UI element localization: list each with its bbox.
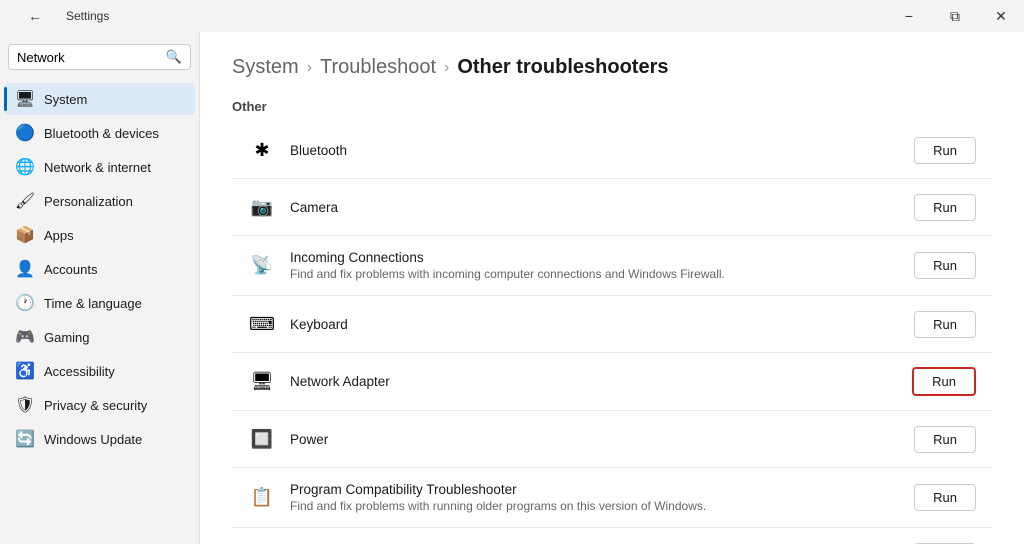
breadcrumb: System › Troubleshoot › Other troublesho… (232, 56, 992, 79)
network-adapter-item-icon: 🖥 (248, 368, 276, 396)
item-left: ⌨ Keyboard (248, 310, 348, 338)
item-name: Program Compatibility Troubleshooter (290, 482, 706, 497)
search-box[interactable]: 🔍 (8, 44, 191, 70)
network-icon: 🌐 (16, 158, 34, 176)
breadcrumb-current: Other troubleshooters (457, 56, 668, 79)
item-left: 📡 Incoming Connections Find and fix prob… (248, 250, 725, 281)
item-left: 🖥 Network Adapter (248, 368, 390, 396)
restore-button[interactable]: ⧉ (932, 0, 978, 32)
accounts-icon: 👤 (16, 260, 34, 278)
sidebar-item-label: Privacy & security (44, 398, 147, 413)
sidebar-item-label: Accessibility (44, 364, 115, 379)
sidebar-item-privacy[interactable]: 🛡 Privacy & security (4, 389, 195, 421)
close-button[interactable]: ✕ (978, 0, 1024, 32)
sidebar-item-bluetooth[interactable]: 🔵 Bluetooth & devices (4, 117, 195, 149)
sidebar-item-label: Personalization (44, 194, 133, 209)
item-name: Power (290, 432, 328, 447)
troubleshooter-item-recording: 🎤 Recording Audio Run (232, 528, 992, 544)
run-button-camera[interactable]: Run (914, 194, 976, 221)
accessibility-icon: ♿ (16, 362, 34, 380)
item-name: Bluetooth (290, 143, 347, 158)
back-button[interactable]: ← (12, 0, 58, 32)
sidebar-item-label: Gaming (44, 330, 90, 345)
item-name: Network Adapter (290, 374, 390, 389)
item-name: Keyboard (290, 317, 348, 332)
item-left: 📷 Camera (248, 193, 338, 221)
power-item-icon: 🔲 (248, 425, 276, 453)
troubleshooter-item-keyboard: ⌨ Keyboard Run (232, 296, 992, 353)
item-name: Incoming Connections (290, 250, 725, 265)
search-icon: 🔍 (166, 49, 182, 65)
section-label: Other (232, 99, 992, 114)
titlebar-left: ← Settings (12, 0, 109, 32)
breadcrumb-troubleshoot[interactable]: Troubleshoot (320, 56, 436, 79)
sidebar-item-label: Time & language (44, 296, 142, 311)
run-button-network-adapter[interactable]: Run (912, 367, 976, 396)
run-button-power[interactable]: Run (914, 426, 976, 453)
sidebar-item-personalization[interactable]: 🖌 Personalization (4, 185, 195, 217)
item-left: ✱ Bluetooth (248, 136, 347, 164)
run-button-bluetooth[interactable]: Run (914, 137, 976, 164)
item-desc: Find and fix problems with incoming comp… (290, 267, 725, 281)
content-area: System › Troubleshoot › Other troublesho… (200, 32, 1024, 544)
troubleshooter-item-network-adapter: 🖥 Network Adapter Run (232, 353, 992, 411)
troubleshooter-item-camera: 📷 Camera Run (232, 179, 992, 236)
camera-item-icon: 📷 (248, 193, 276, 221)
item-desc: Find and fix problems with running older… (290, 499, 706, 513)
incoming-item-icon: 📡 (248, 252, 276, 280)
breadcrumb-sep-2: › (444, 59, 449, 77)
troubleshooter-item-bluetooth: ✱ Bluetooth Run (232, 122, 992, 179)
troubleshooter-item-power: 🔲 Power Run (232, 411, 992, 468)
titlebar: ← Settings − ⧉ ✕ (0, 0, 1024, 32)
gaming-icon: 🎮 (16, 328, 34, 346)
time-icon: 🕐 (16, 294, 34, 312)
breadcrumb-system[interactable]: System (232, 56, 299, 79)
sidebar-item-label: Accounts (44, 262, 97, 277)
sidebar-item-time[interactable]: 🕐 Time & language (4, 287, 195, 319)
titlebar-title: Settings (66, 9, 109, 23)
run-button-incoming[interactable]: Run (914, 252, 976, 279)
titlebar-controls: − ⧉ ✕ (886, 0, 1024, 32)
breadcrumb-sep-1: › (307, 59, 312, 77)
keyboard-item-icon: ⌨ (248, 310, 276, 338)
sidebar-item-label: System (44, 92, 87, 107)
sidebar-item-label: Windows Update (44, 432, 142, 447)
item-name: Camera (290, 200, 338, 215)
sidebar-item-label: Bluetooth & devices (44, 126, 159, 141)
sidebar-item-accessibility[interactable]: ♿ Accessibility (4, 355, 195, 387)
update-icon: 🔄 (16, 430, 34, 448)
program-compat-item-icon: 📋 (248, 484, 276, 512)
personalization-icon: 🖌 (16, 192, 34, 210)
troubleshooter-item-program-compat: 📋 Program Compatibility Troubleshooter F… (232, 468, 992, 528)
sidebar-item-system[interactable]: 🖥 System (4, 83, 195, 115)
run-button-keyboard[interactable]: Run (914, 311, 976, 338)
sidebar-item-update[interactable]: 🔄 Windows Update (4, 423, 195, 455)
minimize-button[interactable]: − (886, 0, 932, 32)
troubleshooter-item-incoming: 📡 Incoming Connections Find and fix prob… (232, 236, 992, 296)
search-input[interactable] (17, 50, 160, 65)
sidebar-item-network[interactable]: 🌐 Network & internet (4, 151, 195, 183)
apps-icon: 📦 (16, 226, 34, 244)
run-button-program-compat[interactable]: Run (914, 484, 976, 511)
bluetooth-icon: 🔵 (16, 124, 34, 142)
item-left: 📋 Program Compatibility Troubleshooter F… (248, 482, 706, 513)
app-body: 🔍 🖥 System 🔵 Bluetooth & devices 🌐 Netwo… (0, 32, 1024, 544)
bluetooth-item-icon: ✱ (248, 136, 276, 164)
system-icon: 🖥 (16, 90, 34, 108)
sidebar-item-accounts[interactable]: 👤 Accounts (4, 253, 195, 285)
sidebar-item-label: Network & internet (44, 160, 151, 175)
sidebar-item-apps[interactable]: 📦 Apps (4, 219, 195, 251)
privacy-icon: 🛡 (16, 396, 34, 414)
sidebar-item-label: Apps (44, 228, 74, 243)
sidebar-item-gaming[interactable]: 🎮 Gaming (4, 321, 195, 353)
item-left: 🔲 Power (248, 425, 328, 453)
sidebar: 🔍 🖥 System 🔵 Bluetooth & devices 🌐 Netwo… (0, 32, 200, 544)
troubleshooter-list: ✱ Bluetooth Run 📷 Camera Run (232, 122, 992, 544)
